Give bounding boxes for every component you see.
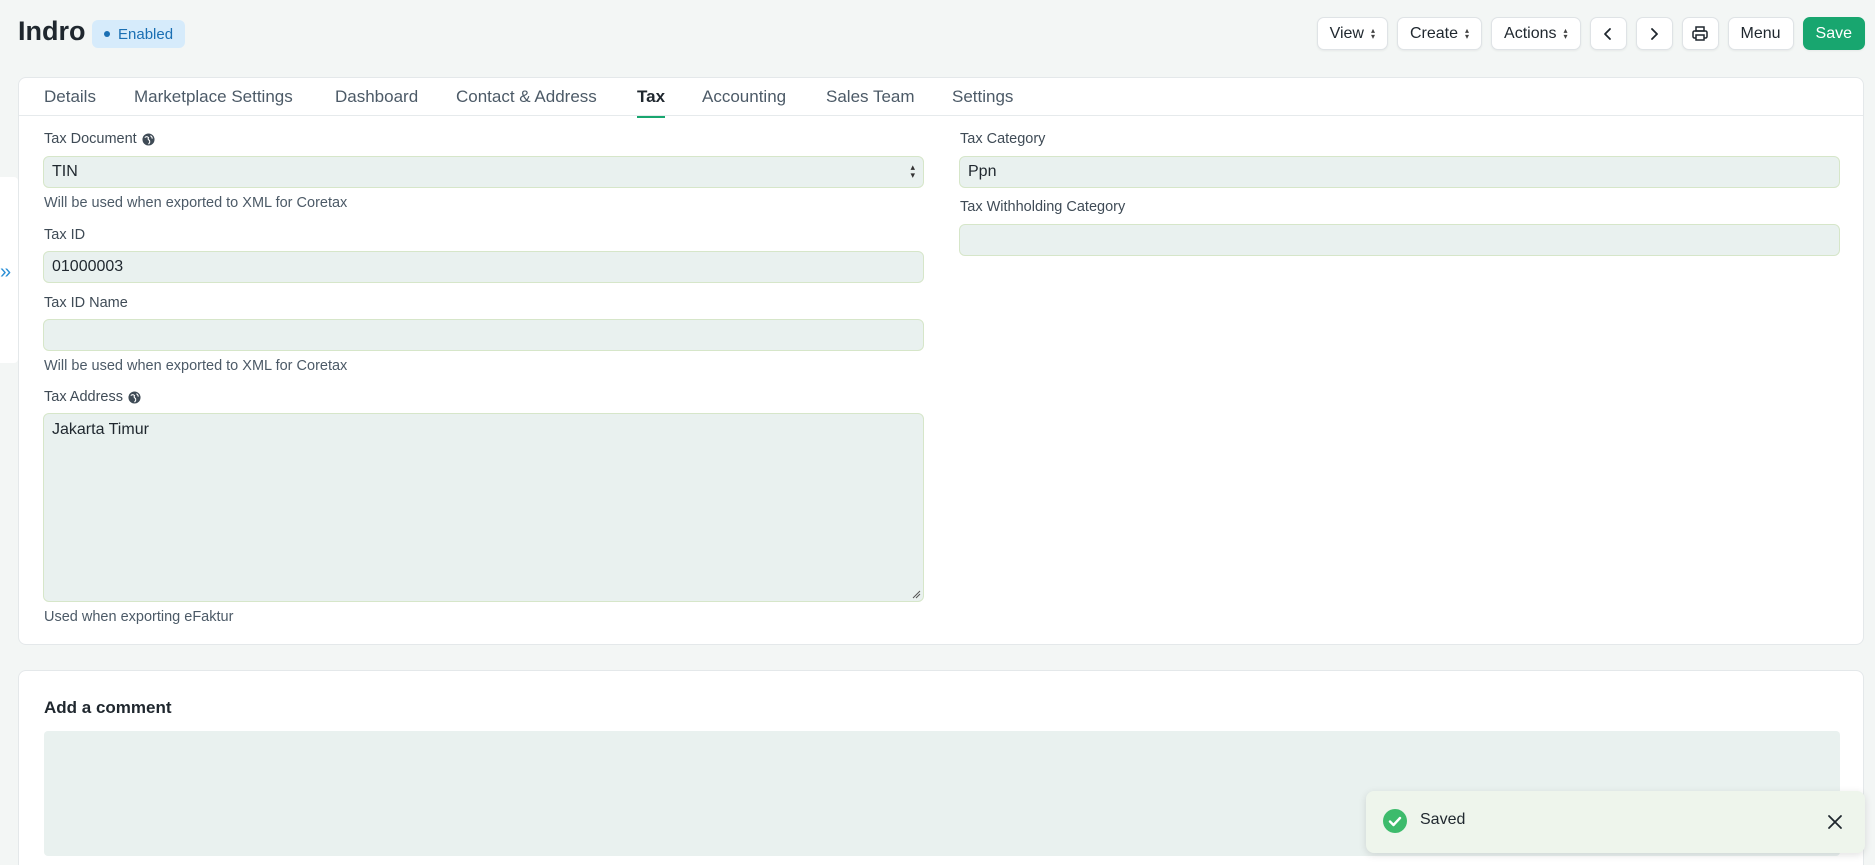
- status-badge: Enabled: [92, 20, 186, 48]
- print-button[interactable]: [1681, 17, 1719, 50]
- chevron-updown-icon: ▴ ▾: [1465, 25, 1470, 41]
- tax-document-label-text: Tax Document: [44, 131, 137, 147]
- tax-document-help: Will be used when exported to XML for Co…: [44, 195, 348, 211]
- tax-id-value: 01000003: [52, 258, 124, 275]
- tab-tax[interactable]: Tax: [637, 87, 666, 118]
- tab-marketplace-settings[interactable]: Marketplace Settings: [134, 87, 293, 107]
- actions-button[interactable]: Actions ▴ ▾: [1491, 17, 1581, 50]
- tab-dashboard[interactable]: Dashboard: [335, 87, 418, 107]
- saved-toast: Saved: [1366, 791, 1865, 853]
- tax-id-field[interactable]: 01000003: [43, 251, 924, 283]
- status-dot-icon: [104, 31, 110, 37]
- view-button[interactable]: View ▴ ▾: [1316, 17, 1388, 50]
- comment-title: Add a comment: [44, 698, 172, 717]
- tax-address-help: Used when exporting eFaktur: [44, 609, 234, 625]
- tax-address-label-text: Tax Address: [44, 389, 123, 405]
- tax-address-textarea[interactable]: Jakarta Timur: [43, 413, 924, 602]
- resize-handle-icon[interactable]: [911, 589, 921, 599]
- tax-id-name-help: Will be used when exported to XML for Co…: [44, 358, 348, 374]
- tax-category-value: Ppn: [968, 163, 997, 180]
- toast-message: Saved: [1420, 811, 1466, 828]
- page-header: Indro Enabled View ▴ ▾ Create ▴ ▾ Actions …: [0, 0, 1875, 68]
- tax-withholding-category-field[interactable]: [959, 224, 1840, 256]
- actions-button-label: Actions: [1504, 24, 1557, 42]
- save-button[interactable]: Save: [1802, 17, 1865, 50]
- chevron-updown-icon: ▴ ▾: [1563, 25, 1568, 41]
- tax-id-name-field[interactable]: [43, 319, 924, 351]
- chevron-left-icon: [1604, 27, 1611, 40]
- form-tabs: Details Marketplace Settings Dashboard C…: [19, 78, 1863, 118]
- previous-record-button[interactable]: [1589, 17, 1627, 50]
- chevron-updown-icon: ▴ ▾: [910, 162, 915, 180]
- tax-category-label: Tax Category: [960, 131, 1046, 147]
- expand-sidebar-icon[interactable]: »: [0, 261, 11, 284]
- globe-icon: [142, 132, 155, 146]
- tab-accounting[interactable]: Accounting: [702, 87, 786, 107]
- tab-sales-team[interactable]: Sales Team: [826, 87, 915, 107]
- view-button-label: View: [1329, 24, 1364, 42]
- tax-address-value: Jakarta Timur: [52, 421, 149, 438]
- tax-category-field[interactable]: Ppn: [959, 156, 1840, 188]
- toolbar: View ▴ ▾ Create ▴ ▾ Actions ▴ ▾ Menu Save: [1316, 17, 1865, 50]
- globe-icon: [128, 390, 141, 404]
- tax-id-label: Tax ID: [44, 227, 86, 243]
- close-icon[interactable]: [1827, 814, 1843, 830]
- tax-document-select[interactable]: TIN ▴ ▾: [43, 156, 924, 188]
- printer-icon: [1692, 25, 1708, 41]
- tax-document-label: Tax Document: [44, 131, 155, 147]
- page-title: Indro: [18, 16, 86, 46]
- menu-button[interactable]: Menu: [1727, 17, 1794, 50]
- form-card: Details Marketplace Settings Dashboard C…: [18, 77, 1864, 645]
- status-badge-label: Enabled: [118, 25, 174, 43]
- chevron-right-icon: [1651, 27, 1658, 40]
- create-button-label: Create: [1409, 24, 1458, 42]
- tax-withholding-category-label: Tax Withholding Category: [960, 199, 1126, 215]
- next-record-button[interactable]: [1635, 17, 1673, 50]
- tab-contact-address[interactable]: Contact & Address: [456, 87, 597, 107]
- save-button-label: Save: [1815, 24, 1852, 42]
- create-button[interactable]: Create ▴ ▾: [1396, 17, 1483, 50]
- tax-document-value: TIN: [52, 163, 78, 180]
- tax-id-name-label: Tax ID Name: [44, 295, 128, 311]
- tax-address-label: Tax Address: [44, 389, 141, 405]
- tab-details[interactable]: Details: [44, 87, 96, 107]
- chevron-updown-icon: ▴ ▾: [1370, 25, 1375, 41]
- tab-settings[interactable]: Settings: [952, 87, 1013, 107]
- check-circle-icon: [1383, 809, 1407, 833]
- menu-button-label: Menu: [1740, 24, 1781, 42]
